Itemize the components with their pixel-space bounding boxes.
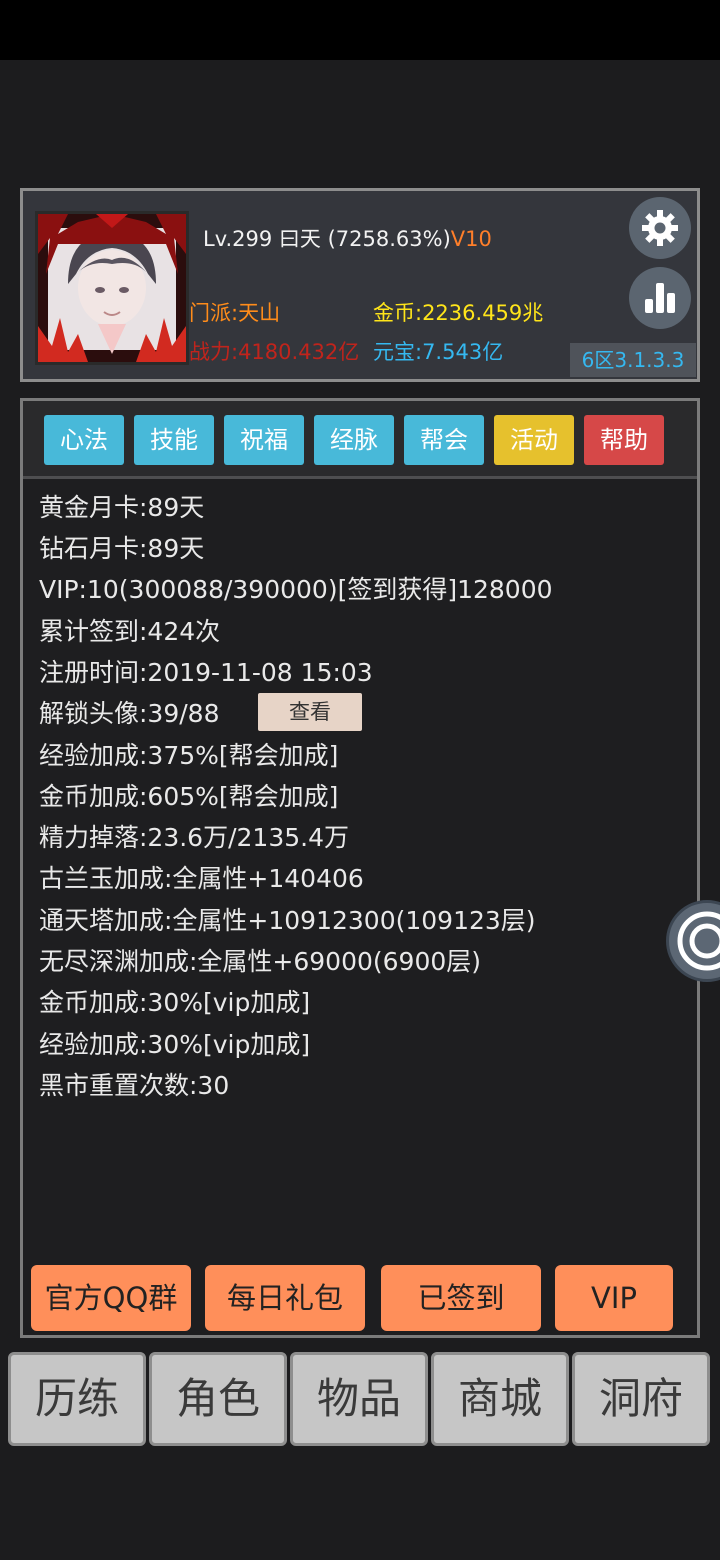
floating-assist-button[interactable] <box>666 900 720 982</box>
status-bar <box>0 0 720 60</box>
info-exp-vip: 经验加成:30%[vip加成] <box>39 1030 311 1059</box>
nav-shop[interactable]: 商城 <box>431 1352 569 1446</box>
info-diamond-card: 钻石月卡:89天 <box>39 534 205 563</box>
vip-level: V10 <box>450 227 492 251</box>
info-exp-guild: 经验加成:375%[帮会加成] <box>39 741 339 770</box>
level-line: Lv.299 曰天 (7258.63%)V10 <box>203 223 492 253</box>
settings-button[interactable] <box>629 197 691 259</box>
signed-in-button[interactable]: 已签到 <box>381 1265 541 1331</box>
tab-bar: 心法 技能 祝福 经脉 帮会 活动 帮助 <box>23 401 697 479</box>
info-gold-vip: 金币加成:30%[vip加成] <box>39 988 311 1017</box>
main-panel: 心法 技能 祝福 经脉 帮会 活动 帮助 黄金月卡:89天 钻石月卡:89天 V… <box>20 398 700 1338</box>
daily-gift-button[interactable]: 每日礼包 <box>205 1265 365 1331</box>
stats-button[interactable] <box>629 267 691 329</box>
avatar-portrait <box>38 214 186 362</box>
tab-xinfa[interactable]: 心法 <box>44 415 124 465</box>
info-jade: 古兰玉加成:全属性+140406 <box>39 864 364 893</box>
info-abyss: 无尽深渊加成:全属性+69000(6900层) <box>39 947 482 976</box>
nav-cave[interactable]: 洞府 <box>572 1352 710 1446</box>
ingot-text: 元宝:7.543亿 <box>373 340 504 364</box>
info-gold-guild: 金币加成:605%[帮会加成] <box>39 782 339 811</box>
info-tower: 通天塔加成:全属性+10912300(109123层) <box>39 906 536 935</box>
tab-events[interactable]: 活动 <box>494 415 574 465</box>
qq-group-button[interactable]: 官方QQ群 <box>31 1265 191 1331</box>
tab-blessing[interactable]: 祝福 <box>224 415 304 465</box>
tab-guild[interactable]: 帮会 <box>404 415 484 465</box>
view-avatars-button[interactable]: 查看 <box>258 693 362 731</box>
target-icon <box>677 911 720 971</box>
tab-skills[interactable]: 技能 <box>134 415 214 465</box>
info-energy: 精力掉落:23.6万/2135.4万 <box>39 823 349 852</box>
vip-button[interactable]: VIP <box>555 1265 673 1331</box>
avatar[interactable] <box>35 211 189 365</box>
nav-training[interactable]: 历练 <box>8 1352 146 1446</box>
level-text: Lv.299 曰天 (7258.63%) <box>203 227 451 251</box>
gold-text: 金币:2236.459兆 <box>373 301 544 325</box>
info-avatars: 解锁头像:39/88 <box>39 699 220 728</box>
info-signin-total: 累计签到:424次 <box>39 617 221 646</box>
bottom-nav: 历练 角色 物品 商城 洞府 <box>8 1352 712 1446</box>
info-blackmarket: 黑市重置次数:30 <box>39 1071 230 1100</box>
power-text: 战力:4180.432亿 <box>189 340 360 364</box>
tab-meridian[interactable]: 经脉 <box>314 415 394 465</box>
info-register-time: 注册时间:2019-11-08 15:03 <box>39 658 373 687</box>
info-gold-card: 黄金月卡:89天 <box>39 493 205 522</box>
player-header: Lv.299 曰天 (7258.63%)V10 门派:天山 金币:2236.45… <box>20 188 700 382</box>
info-vip: VIP:10(300088/390000)[签到获得]128000 <box>39 575 553 604</box>
nav-character[interactable]: 角色 <box>149 1352 287 1446</box>
sect-text: 门派:天山 <box>189 301 281 325</box>
tab-help[interactable]: 帮助 <box>584 415 664 465</box>
nav-items[interactable]: 物品 <box>290 1352 428 1446</box>
server-badge: 6区3.1.3.3 <box>570 343 696 377</box>
gear-icon <box>642 210 678 246</box>
bar-chart-icon <box>645 283 675 313</box>
